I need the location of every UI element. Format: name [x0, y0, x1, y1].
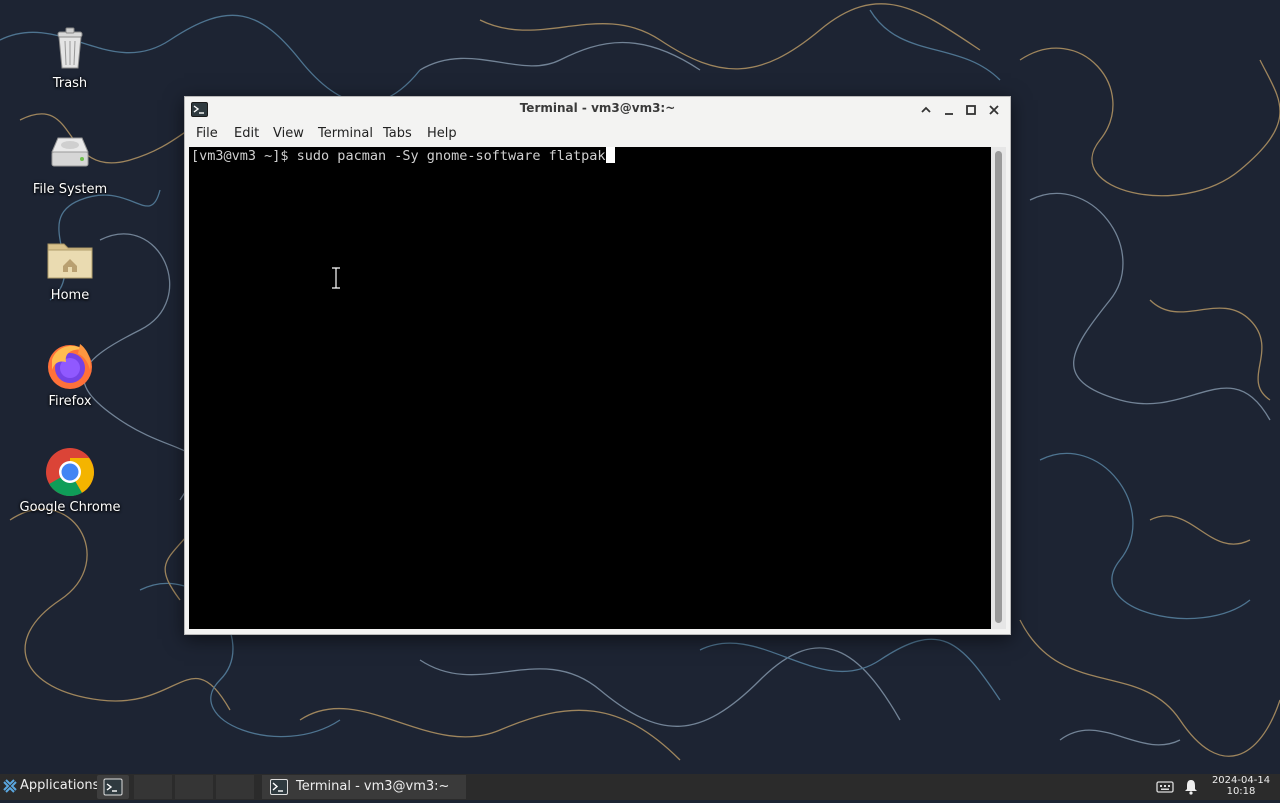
xfce-logo-icon [3, 779, 17, 793]
terminal-icon [103, 778, 123, 796]
menu-file[interactable]: File [196, 126, 218, 141]
window-titlebar[interactable]: Terminal - vm3@vm3:~ [185, 97, 1010, 123]
terminal-window: Terminal - vm3@vm3:~ File Edit View Term… [184, 96, 1011, 635]
task-label: Terminal - vm3@vm3:~ [296, 779, 450, 794]
desktop-icon-label: Home [50, 288, 90, 303]
keyboard-icon[interactable] [1156, 780, 1174, 794]
close-button[interactable] [984, 100, 1004, 120]
clock-date: 2024-04-14 [1211, 775, 1271, 786]
chrome-icon [44, 446, 96, 498]
workspace-1[interactable] [134, 775, 172, 799]
minimize-button[interactable] [939, 100, 959, 120]
menu-bar: File Edit View Terminal Tabs Help [185, 123, 1010, 147]
applications-menu-button[interactable]: Applications [0, 774, 99, 800]
minimize-icon [945, 113, 953, 115]
desktop-icon-trash[interactable]: Trash [10, 22, 130, 91]
taskbar: Applications Terminal - vm3@vm3:~ 2024-0… [0, 774, 1280, 800]
maximize-icon [966, 105, 976, 115]
workspace-3[interactable] [216, 775, 254, 799]
launcher-terminal[interactable] [97, 775, 129, 799]
taskbar-task-terminal[interactable]: Terminal - vm3@vm3:~ [262, 775, 466, 799]
desktop-icon-label: Trash [52, 76, 88, 91]
menu-edit[interactable]: Edit [234, 126, 259, 141]
terminal-scrollbar[interactable] [991, 147, 1006, 629]
maximize-button[interactable] [961, 100, 981, 120]
workspace-2[interactable] [175, 775, 213, 799]
notification-bell-icon[interactable] [1184, 779, 1198, 795]
shade-button[interactable] [916, 100, 936, 120]
menu-view[interactable]: View [273, 126, 304, 141]
firefox-icon [44, 340, 96, 392]
clock-time: 10:18 [1226, 786, 1256, 797]
desktop-icon-home[interactable]: Home [10, 234, 130, 303]
chevron-up-icon [921, 106, 931, 113]
ibeam-cursor-icon [332, 267, 340, 289]
text-cursor [605, 147, 615, 163]
menu-help[interactable]: Help [427, 126, 457, 141]
applications-label: Applications [20, 778, 100, 793]
close-icon [989, 105, 999, 115]
menu-tabs[interactable]: Tabs [383, 126, 412, 141]
home-folder-icon [44, 234, 96, 286]
prompt-line: [vm3@vm3 ~]$ sudo pacman -Sy gnome-softw… [191, 147, 615, 165]
menu-terminal[interactable]: Terminal [318, 126, 373, 141]
typed-command: sudo pacman -Sy gnome-software flatpak [296, 148, 606, 164]
drive-icon [44, 128, 96, 180]
clock[interactable]: 2024-04-14 10:18 [1206, 775, 1276, 797]
scrollbar-thumb[interactable] [995, 151, 1002, 623]
desktop-icon-label: Google Chrome [19, 500, 121, 515]
terminal-output[interactable]: [vm3@vm3 ~]$ sudo pacman -Sy gnome-softw… [189, 147, 991, 629]
desktop-icon-label: Firefox [48, 394, 92, 409]
terminal-icon [270, 779, 288, 795]
desktop-icon-file-system[interactable]: File System [10, 128, 130, 197]
desktop-icon-firefox[interactable]: Firefox [10, 340, 130, 409]
trash-icon [44, 22, 96, 74]
window-title: Terminal - vm3@vm3:~ [519, 101, 676, 115]
shell-prompt: [vm3@vm3 ~]$ [191, 148, 297, 164]
desktop-icon-label: File System [32, 182, 108, 197]
desktop-icon-google-chrome[interactable]: Google Chrome [10, 446, 130, 515]
